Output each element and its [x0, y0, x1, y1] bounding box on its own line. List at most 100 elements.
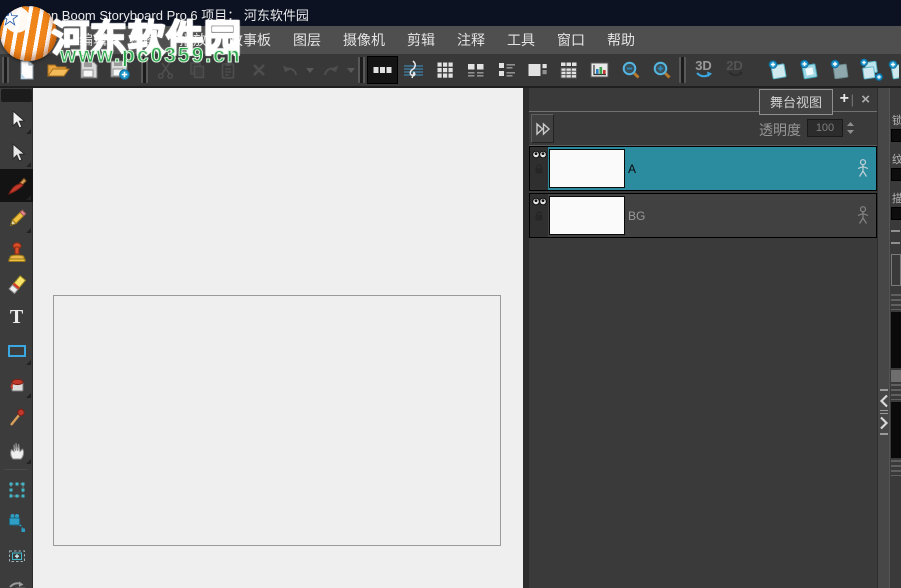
- menu-storyboard[interactable]: 故事板: [220, 26, 280, 54]
- timeline-view-button[interactable]: [398, 56, 429, 84]
- menu-play[interactable]: 播放: [170, 26, 216, 54]
- clipped-preview-swatch[interactable]: [891, 312, 901, 368]
- cut-button[interactable]: [150, 56, 181, 84]
- paint-tool-button[interactable]: [0, 367, 33, 400]
- right-panel-splitter[interactable]: [877, 88, 889, 588]
- collapse-left-button[interactable]: [878, 394, 889, 408]
- add-view-button[interactable]: +: [840, 90, 849, 108]
- redo-button[interactable]: [315, 56, 346, 84]
- thumbnails-view-button[interactable]: [367, 56, 398, 84]
- paste-button[interactable]: [212, 56, 243, 84]
- new-project-button[interactable]: [11, 56, 42, 84]
- stage-canvas[interactable]: [33, 88, 523, 588]
- clipped-pattern: [891, 384, 901, 400]
- toolbar-separator: [141, 57, 148, 83]
- smart-add-panel-button[interactable]: [824, 56, 855, 84]
- opacity-input[interactable]: [807, 119, 843, 137]
- dropdown-caret-icon: [347, 68, 355, 73]
- copy-button[interactable]: [181, 56, 212, 84]
- visibility-eyes-icon[interactable]: [532, 150, 547, 159]
- close-view-button[interactable]: ×: [861, 91, 870, 108]
- pencil-tool-button[interactable]: [0, 202, 33, 235]
- tool-flyout-indicator: [26, 360, 31, 365]
- toolbar-drag-handle[interactable]: [1, 89, 32, 102]
- open-folder-icon: [46, 60, 70, 80]
- clipped-preview-swatch[interactable]: [891, 402, 901, 458]
- layer-thumbnail[interactable]: [549, 149, 625, 188]
- transform-tool-button[interactable]: [0, 136, 33, 169]
- menu-layer[interactable]: 图层: [284, 26, 330, 54]
- select-tool-button[interactable]: [0, 103, 33, 136]
- clipped-label: 锁: [890, 112, 901, 126]
- spreadsheet-view-button[interactable]: [553, 56, 584, 84]
- clipped-field[interactable]: [891, 254, 901, 286]
- menu-file[interactable]: 文件: [20, 26, 66, 54]
- application-window: Toon Boom Storyboard Pro 6 项目： 河东软件园 文件 …: [0, 0, 901, 588]
- splitter-tick: [880, 389, 888, 391]
- layer-row-a[interactable]: A: [529, 146, 877, 191]
- save-button[interactable]: [73, 56, 104, 84]
- zoom-in-button[interactable]: [646, 56, 677, 84]
- brush-tool-button[interactable]: [0, 169, 33, 202]
- layer-thumbnail[interactable]: [549, 196, 625, 235]
- clipped-value-swatch[interactable]: [891, 207, 901, 220]
- reposition-layer-tool-button[interactable]: [0, 572, 33, 588]
- view-3d-button[interactable]: 3D: [688, 56, 719, 84]
- dropper-tool-button[interactable]: [0, 400, 33, 433]
- clipped-value-swatch[interactable]: [891, 168, 901, 181]
- menu-window[interactable]: 窗口: [548, 26, 594, 54]
- open-project-button[interactable]: [42, 56, 73, 84]
- zoom-out-button[interactable]: [615, 56, 646, 84]
- visibility-eyes-icon[interactable]: [532, 197, 547, 206]
- create-layer-on-surface-tool-button[interactable]: [0, 539, 33, 572]
- menu-captions[interactable]: 注释: [448, 26, 494, 54]
- toolbar-separator: [358, 57, 365, 83]
- lock-icon[interactable]: [533, 210, 545, 222]
- opacity-spinner[interactable]: [846, 121, 855, 135]
- lock-icon[interactable]: [533, 163, 545, 175]
- add-transition-button[interactable]: [886, 56, 899, 84]
- menu-help[interactable]: 帮助: [598, 26, 644, 54]
- tool-flyout-indicator: [26, 129, 31, 134]
- undo-button[interactable]: [274, 56, 305, 84]
- hand-tool-button[interactable]: [0, 433, 33, 466]
- save-all-button[interactable]: [104, 56, 135, 84]
- save-icon: [79, 60, 99, 80]
- layer-name[interactable]: A: [625, 147, 850, 190]
- camera-tool-button[interactable]: [0, 506, 33, 539]
- list-view-button[interactable]: [491, 56, 522, 84]
- expand-panel-button[interactable]: [531, 114, 554, 143]
- undo-dropdown-button[interactable]: [305, 56, 315, 84]
- stamp-tool-button[interactable]: [0, 235, 33, 268]
- grid-view-button[interactable]: [429, 56, 460, 84]
- select-frame-tool-button[interactable]: [0, 473, 33, 506]
- duplicate-panels-button[interactable]: [855, 56, 886, 84]
- clipped-scroll-handle[interactable]: [891, 370, 901, 382]
- new-panel-button[interactable]: [793, 56, 824, 84]
- menu-clips[interactable]: 剪辑: [398, 26, 444, 54]
- preview-view-button[interactable]: [522, 56, 553, 84]
- menu-tools[interactable]: 工具: [498, 26, 544, 54]
- redo-dropdown-button[interactable]: [346, 56, 356, 84]
- rectangle-tool-button[interactable]: [0, 334, 33, 367]
- menu-view[interactable]: 视图: [120, 26, 166, 54]
- layer-name[interactable]: BG: [625, 194, 850, 237]
- new-scene-button[interactable]: [762, 56, 793, 84]
- clipped-value-swatch[interactable]: [891, 129, 901, 142]
- text-tool-button[interactable]: T: [0, 301, 33, 334]
- thumbnails-captions-view-button[interactable]: [460, 56, 491, 84]
- view-2d-button[interactable]: 2D: [719, 56, 750, 84]
- thumbnails-captions-icon: [466, 60, 486, 80]
- tool-flyout-indicator: [26, 393, 31, 398]
- toolbar-handle[interactable]: [2, 57, 9, 83]
- chart-view-button[interactable]: [584, 56, 615, 84]
- layer-row-bg[interactable]: BG: [529, 193, 877, 238]
- menu-camera[interactable]: 摄像机: [334, 26, 394, 54]
- delete-button[interactable]: [243, 56, 274, 84]
- menu-edit[interactable]: 编辑: [70, 26, 116, 54]
- collapse-right-button[interactable]: [878, 416, 889, 430]
- pose-character-icon[interactable]: [850, 194, 876, 237]
- grid-view-icon: [435, 60, 455, 80]
- eraser-tool-button[interactable]: [0, 268, 33, 301]
- pose-character-icon[interactable]: [850, 147, 876, 190]
